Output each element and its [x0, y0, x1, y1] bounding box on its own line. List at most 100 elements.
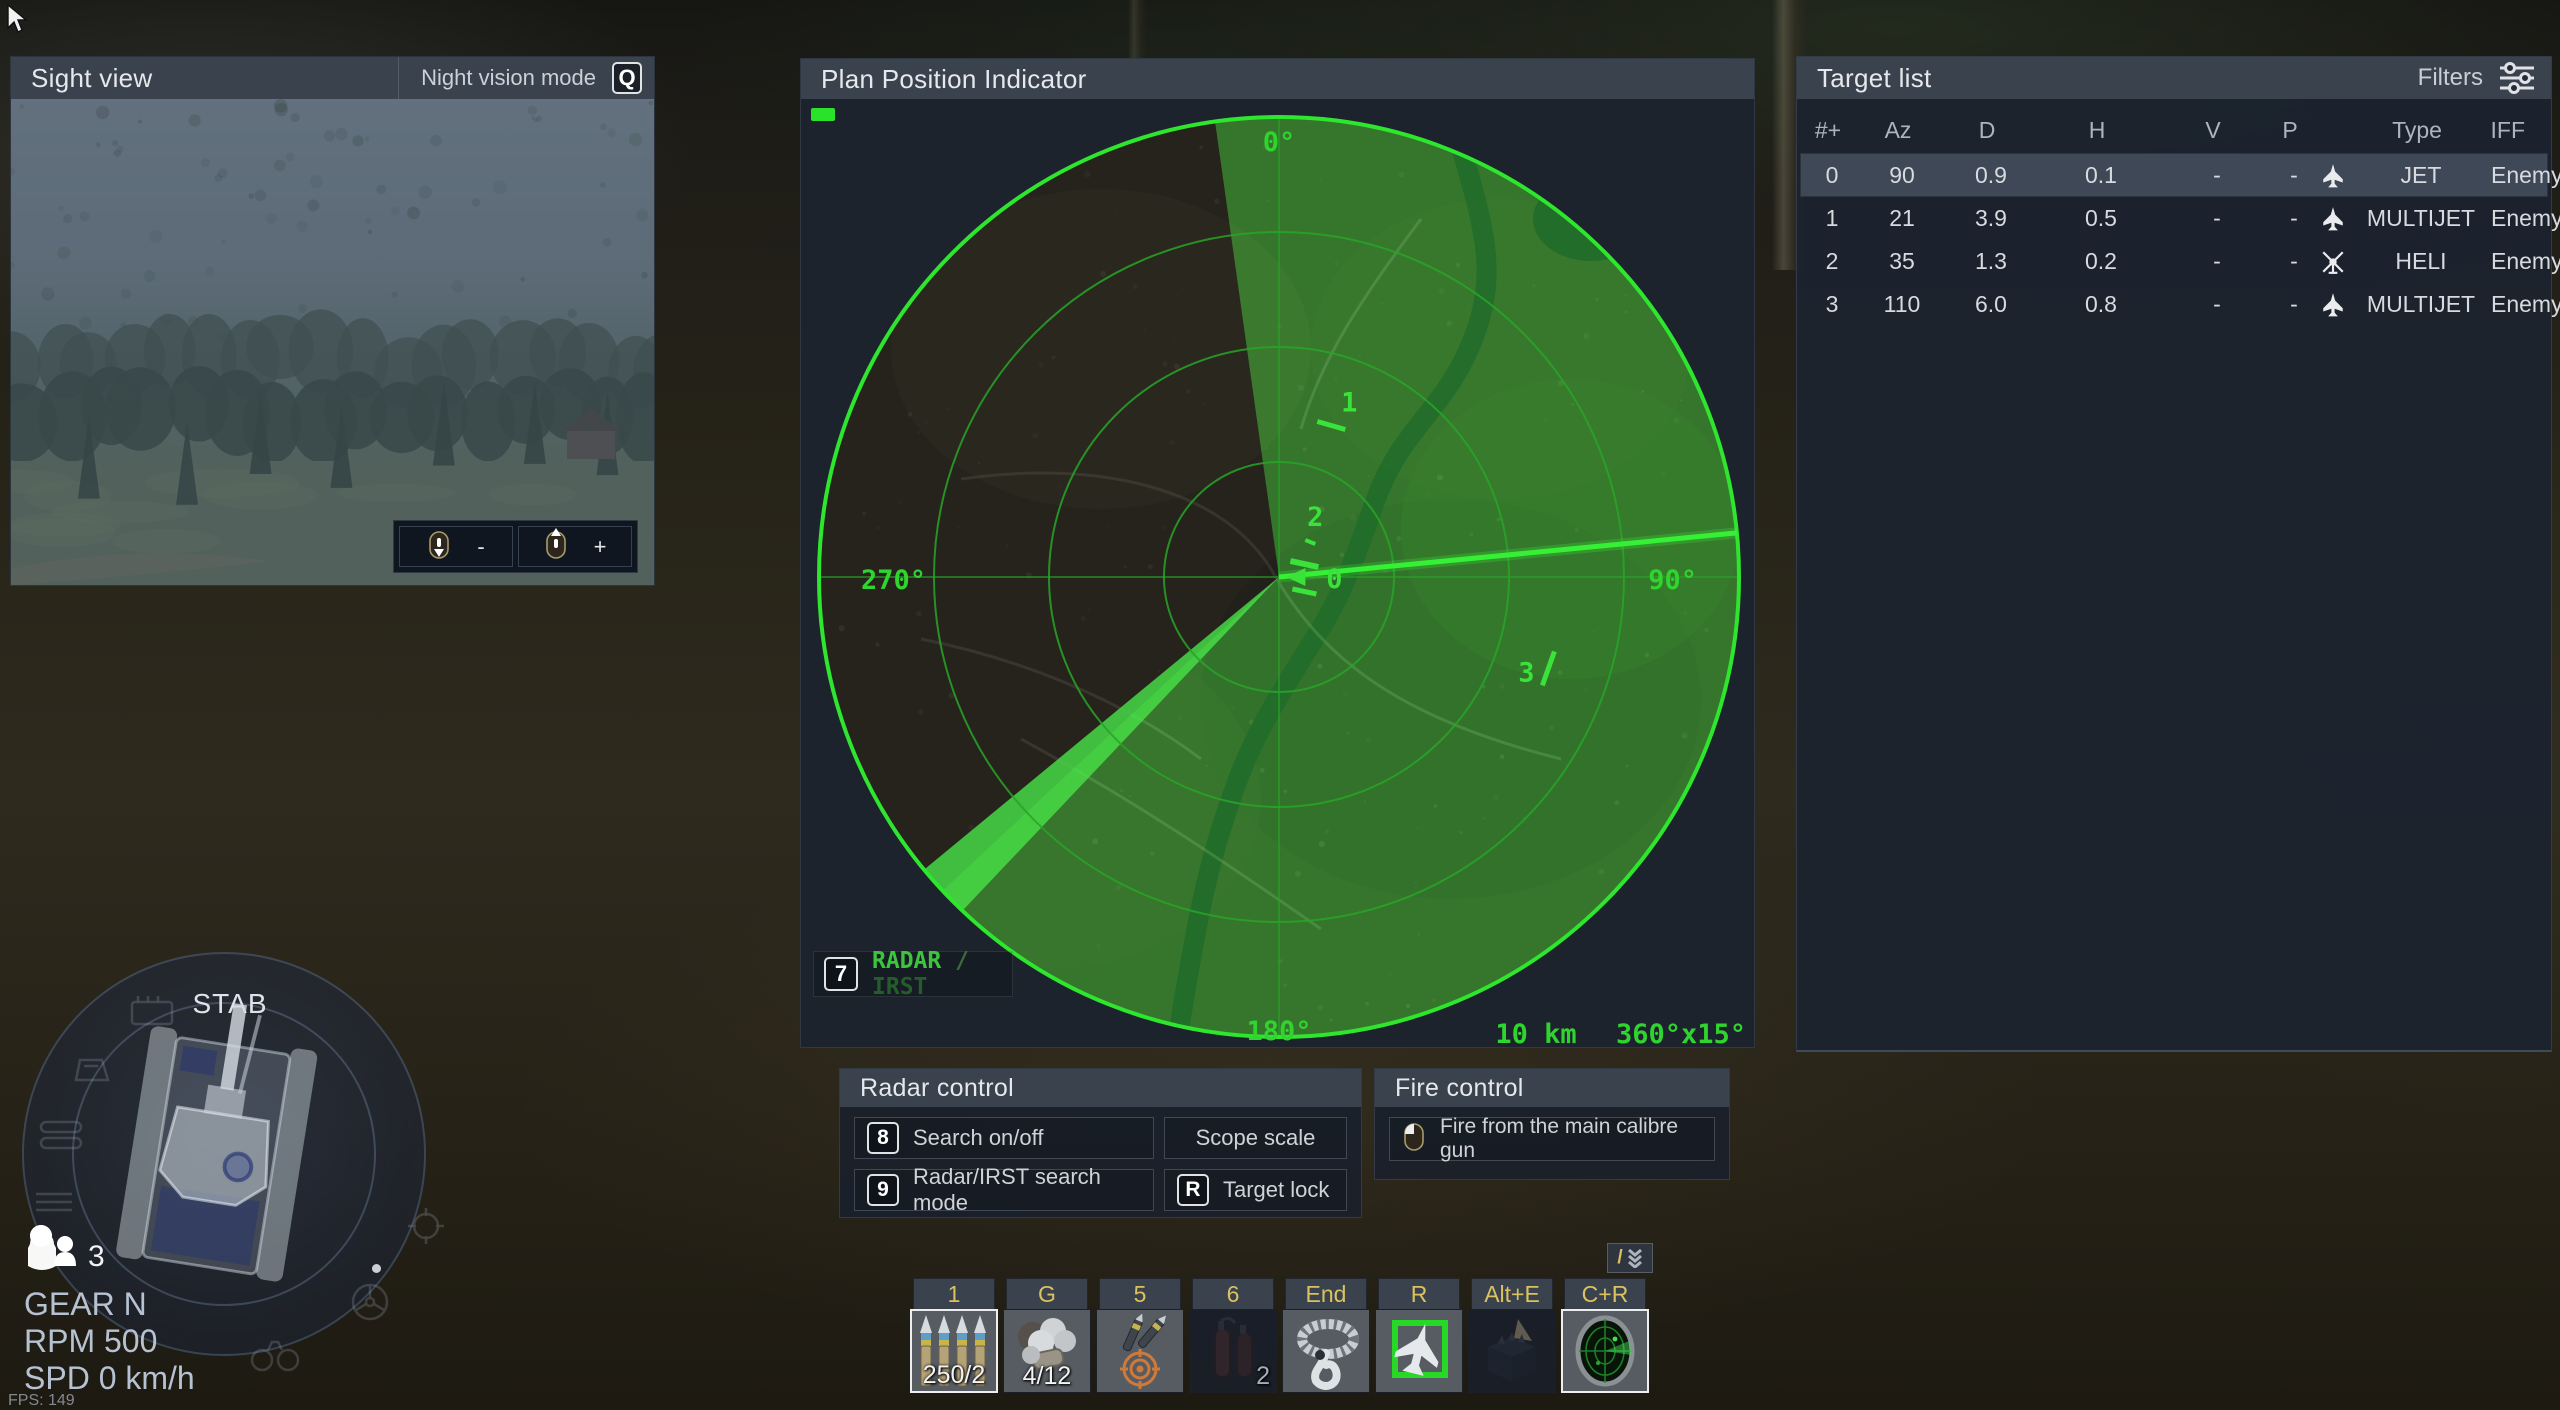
radar-control-button-radar-irst-search-mode[interactable]: 9Radar/IRST search mode — [854, 1169, 1154, 1211]
filters-button[interactable]: Filters — [2418, 61, 2551, 95]
cell-p: - — [2273, 291, 2315, 318]
hotbar-slot-smoke-grenade[interactable]: G4/12 — [1003, 1278, 1091, 1393]
ppi-panel: Plan Position Indicator 0°90°180°270°10 … — [800, 58, 1755, 1048]
button-label: Search on/off — [913, 1125, 1043, 1151]
ammo-rack-icon — [32, 1188, 76, 1223]
cell-num: 2 — [1801, 248, 1863, 275]
cell-d: 3.9 — [1941, 205, 2041, 232]
target-row[interactable]: 2351.30.2--HELIEnemy — [1801, 240, 2547, 282]
vehicle-telemetry: GEAR N RPM 500 SPD 0 km/h — [24, 1286, 195, 1397]
radar-scope-view: 0°90°180°270°10 km360°x15°0123 — [801, 99, 1754, 1047]
night-vision-label: Night vision mode — [421, 65, 596, 91]
bearing-left: 270° — [861, 565, 926, 596]
cell-v: - — [2161, 162, 2273, 189]
radar-range-label: 10 km — [1495, 1019, 1576, 1047]
hotbar-key: 5 — [1099, 1278, 1181, 1309]
jet-icon — [2315, 290, 2351, 318]
night-vision-button[interactable]: Night vision mode Q — [398, 57, 654, 99]
status-dot — [372, 1264, 381, 1273]
night-vision-key: Q — [612, 62, 642, 94]
tank-top-view — [102, 992, 332, 1317]
crew-count: 3 — [88, 1240, 105, 1274]
ammo-count: 4/12 — [1004, 1362, 1090, 1391]
ammo-count: 250/2 — [912, 1361, 996, 1390]
cell-v: - — [2161, 205, 2273, 232]
radar-control-button-search-on-off[interactable]: 8Search on/off — [854, 1117, 1154, 1159]
target-list-title: Target list — [1817, 63, 1932, 94]
hotbar-slot-rockets[interactable]: 5 — [1096, 1278, 1184, 1393]
radar-control-button-target-lock[interactable]: RTarget lock — [1164, 1169, 1347, 1211]
radar-status-chip — [811, 108, 835, 121]
sight-zoom-controls: - + — [393, 520, 638, 573]
radar-control-button-scope-scale[interactable]: Scope scale — [1164, 1117, 1347, 1159]
cell-d: 1.3 — [1941, 248, 2041, 275]
cell-type: HELI — [2351, 248, 2491, 275]
radar-control-header: Radar control — [840, 1069, 1361, 1107]
cell-type: MULTIJET — [2351, 291, 2491, 318]
cell-az: 110 — [1863, 291, 1941, 318]
hotbar-key: End — [1285, 1278, 1367, 1309]
cell-iff: Enemy — [2491, 248, 2560, 275]
zoom-out-label: - — [477, 534, 484, 560]
hotbar-collapse-button[interactable]: / — [1607, 1243, 1653, 1273]
target-table-body: 0900.90.1--JETEnemy1213.90.5--MULTIJETEn… — [1797, 154, 2551, 325]
mouse-scroll-up-icon — [544, 528, 568, 566]
fire-control-header: Fire control — [1375, 1069, 1729, 1107]
heli-icon — [2315, 247, 2351, 275]
game-screen: Sight view Night vision mode Q - + Plan … — [0, 0, 2560, 1410]
bearing-right: 90° — [1648, 565, 1697, 596]
cell-az: 21 — [1863, 205, 1941, 232]
cell-iff: Enemy — [2491, 205, 2560, 232]
filters-icon — [2497, 61, 2537, 95]
steering-wheel-icon — [348, 1280, 392, 1329]
hotbar-slot-radar-scope[interactable]: C+R — [1561, 1278, 1649, 1393]
fire-main-gun-button[interactable]: Fire from the main calibre gun — [1389, 1117, 1715, 1161]
hotbar-slot-ap-shells[interactable]: 1 250/2 — [910, 1278, 998, 1393]
mouse-left-click-icon — [1402, 1120, 1426, 1158]
col-h: H — [2037, 117, 2157, 144]
svg-text:3: 3 — [1518, 657, 1534, 688]
ap-shells-icon: 250/2 — [910, 1309, 998, 1393]
radar-mode-button[interactable]: 7 RADAR / IRST — [813, 951, 1013, 997]
target-row[interactable]: 1213.90.5--MULTIJETEnemy — [1801, 197, 2547, 239]
rpm-value: RPM 500 — [24, 1323, 195, 1360]
radar-control-panel: Radar control 8Search on/offScope scale9… — [839, 1068, 1362, 1218]
hotbar-key: 6 — [1192, 1278, 1274, 1309]
target-list-panel: Target list Filters #+ Az D H V P Type — [1796, 56, 2552, 1052]
ammo-count: 2 — [1190, 1362, 1270, 1391]
gear-value: GEAR N — [24, 1286, 195, 1323]
cell-num: 3 — [1801, 291, 1863, 318]
target-row[interactable]: 31106.00.8--MULTIJETEnemy — [1801, 283, 2547, 325]
extinguisher-icon: 2 — [1189, 1309, 1277, 1393]
hotbar-slot-air-target-lock[interactable]: R — [1375, 1278, 1463, 1393]
smoke-grenade-icon: 4/12 — [1003, 1309, 1091, 1393]
hotbar-key: 1 — [913, 1278, 995, 1309]
zoom-out-button[interactable]: - — [399, 526, 513, 567]
target-row[interactable]: 0900.90.1--JETEnemy — [1801, 154, 2547, 196]
cell-type: MULTIJET — [2351, 205, 2491, 232]
cell-az: 35 — [1863, 248, 1941, 275]
key-badge: 9 — [867, 1174, 899, 1206]
cell-v: - — [2161, 248, 2273, 275]
bearing-bottom: 180° — [1246, 1016, 1311, 1047]
col-iff: IFF — [2487, 117, 2551, 144]
zoom-in-button[interactable]: + — [518, 526, 632, 567]
svg-text:0: 0 — [1326, 564, 1342, 595]
chevrons-down-icon — [1627, 1248, 1643, 1268]
transmission-icon — [70, 1052, 112, 1093]
radar-scope-icon — [1561, 1309, 1649, 1393]
jet-icon — [2315, 161, 2351, 189]
hotbar-slot-ammo-crate[interactable]: Alt+E — [1468, 1278, 1556, 1393]
cell-h: 0.5 — [2041, 205, 2161, 232]
cell-h: 0.8 — [2041, 291, 2161, 318]
crosshair-icon — [406, 1206, 446, 1251]
hotbar-slot-tow-hook[interactable]: End — [1282, 1278, 1370, 1393]
sight-view-title: Sight view — [31, 63, 153, 94]
svg-text:2: 2 — [1307, 502, 1323, 533]
radar-control-title: Radar control — [860, 1074, 1014, 1103]
bearing-top: 0° — [1263, 127, 1296, 158]
hotbar-slot-extinguisher[interactable]: 62 — [1189, 1278, 1277, 1393]
target-list-header: Target list Filters — [1797, 57, 2551, 99]
cell-num: 0 — [1801, 162, 1863, 189]
cell-p: - — [2273, 162, 2315, 189]
